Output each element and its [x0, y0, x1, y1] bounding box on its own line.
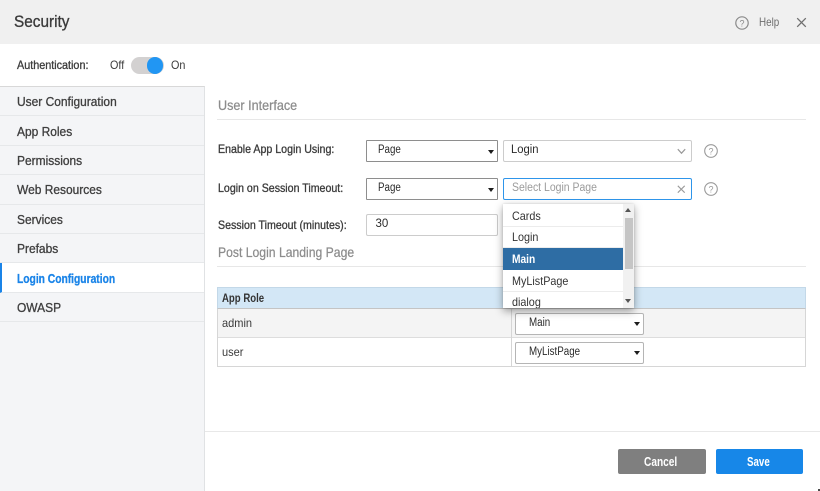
svg-text:?: ? [708, 184, 713, 194]
svg-text:?: ? [708, 146, 713, 156]
svg-text:?: ? [739, 19, 744, 29]
